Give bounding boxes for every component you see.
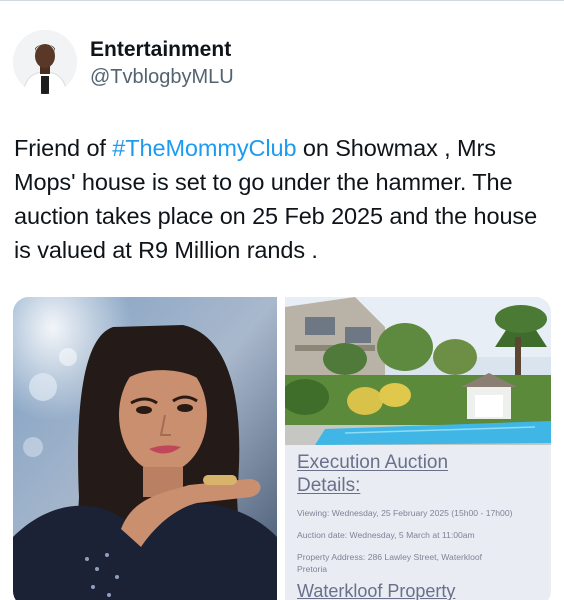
portrait-image bbox=[13, 297, 277, 600]
avatar[interactable] bbox=[13, 30, 77, 94]
hashtag-link[interactable]: #TheMommyClub bbox=[112, 135, 296, 161]
viewing-date: Viewing: Wednesday, 25 February 2025 (15… bbox=[297, 508, 513, 518]
top-divider bbox=[0, 0, 564, 1]
tweet-author: Entertainment @TvblogbyMLU bbox=[90, 38, 234, 90]
auction-heading-line2: Details: bbox=[297, 475, 361, 496]
tweet-media[interactable]: Execution Auction Details: Viewing: Wedn… bbox=[13, 297, 551, 600]
auction-panel[interactable]: Execution Auction Details: Viewing: Wedn… bbox=[285, 297, 551, 600]
auction-date: Auction date: Wednesday, 5 March at 11:0… bbox=[297, 530, 475, 540]
property-footer-heading: Waterkloof Property bbox=[297, 581, 456, 600]
user-handle[interactable]: @TvblogbyMLU bbox=[90, 64, 234, 90]
property-address-line1: Property Address: 286 Lawley Street, Wat… bbox=[297, 552, 483, 562]
auction-details-card: Execution Auction Details: Viewing: Wedn… bbox=[285, 445, 551, 600]
property-address-line2: Pretoria bbox=[297, 564, 328, 574]
auction-heading-line1: Execution Auction bbox=[297, 452, 449, 473]
property-address: Property Address: 286 Lawley Street, Wat… bbox=[297, 551, 541, 575]
avatar-image bbox=[13, 30, 77, 94]
house-photo[interactable] bbox=[285, 297, 551, 445]
house-image bbox=[285, 297, 551, 445]
tweet-text: Friend of #TheMommyClub on Showmax , Mrs… bbox=[14, 131, 550, 267]
display-name[interactable]: Entertainment bbox=[90, 38, 234, 62]
tweet-text-start: Friend of bbox=[14, 135, 113, 161]
portrait-photo[interactable] bbox=[13, 297, 277, 600]
